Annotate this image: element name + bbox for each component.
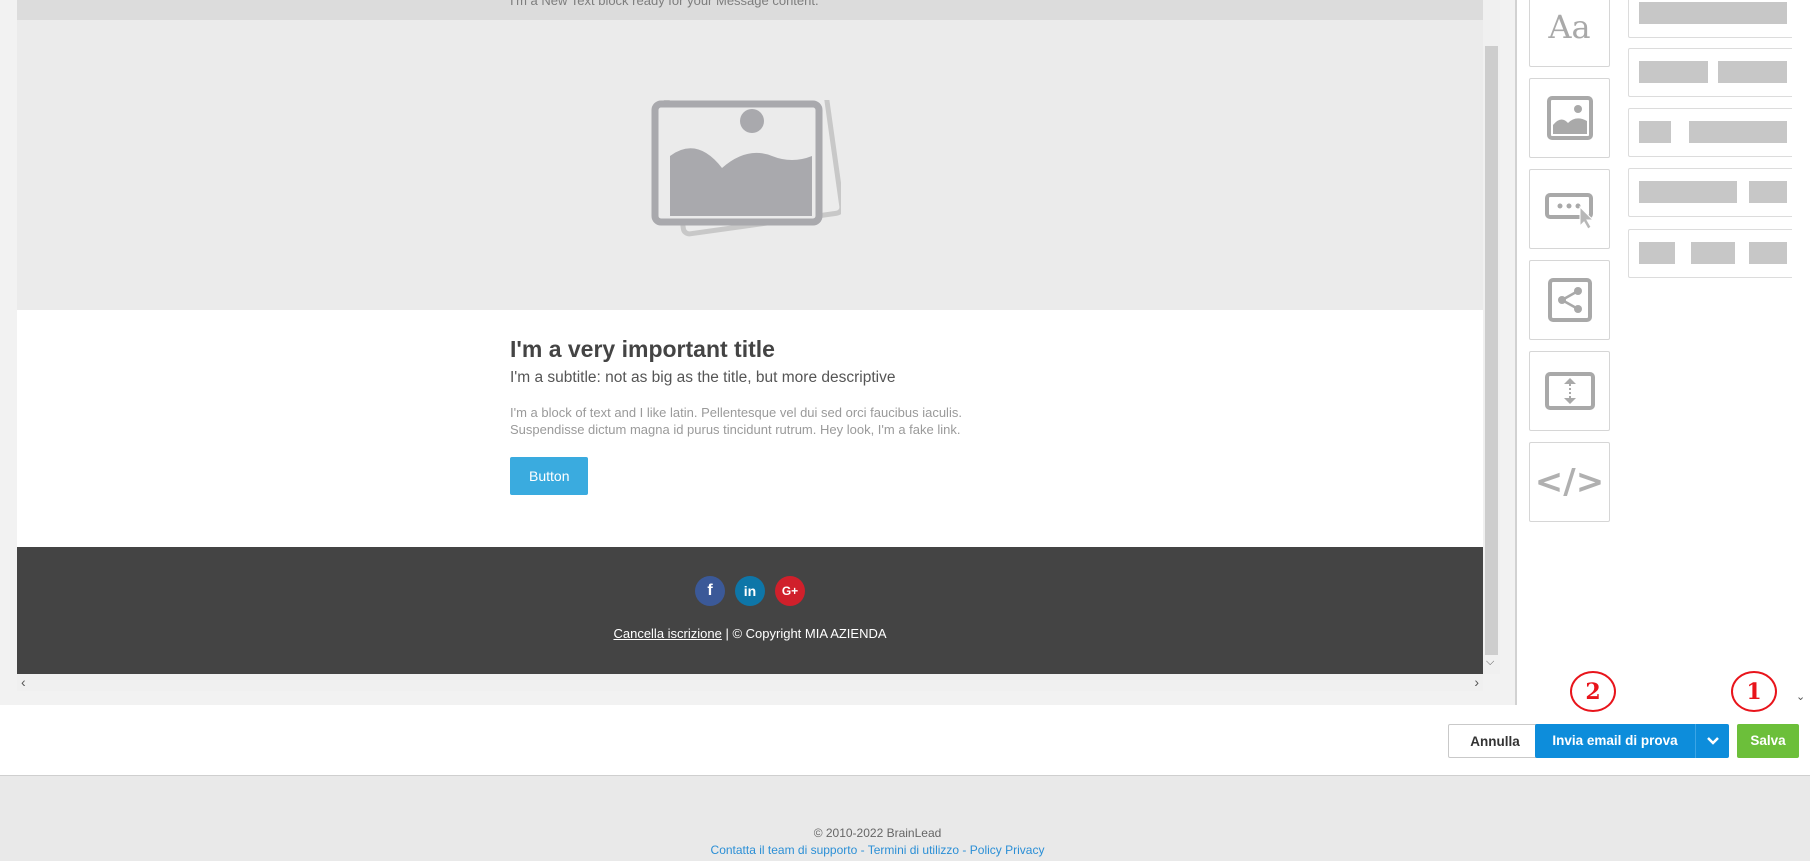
spacer-icon bbox=[1544, 372, 1595, 410]
sidebar-scroll-down-icon[interactable]: ⌄ bbox=[1796, 690, 1805, 703]
footer-separator: - bbox=[857, 843, 868, 857]
share-icon bbox=[1547, 278, 1592, 322]
layout-narrow-wide[interactable] bbox=[1628, 108, 1798, 157]
scroll-right-icon[interactable]: › bbox=[1474, 674, 1479, 690]
facebook-icon[interactable]: f bbox=[695, 576, 725, 606]
send-test-dropdown-button[interactable] bbox=[1696, 724, 1729, 758]
email-cta-button[interactable]: Button bbox=[510, 457, 589, 495]
image-block[interactable] bbox=[17, 20, 1483, 310]
page-footer: © 2010-2022 BrainLead Contatta il team d… bbox=[0, 826, 1755, 857]
text-block-content: I'm a New Text block ready for your Mess… bbox=[510, 0, 819, 8]
terms-link[interactable]: Termini di utilizzo bbox=[868, 843, 959, 857]
layout-one-column[interactable] bbox=[1628, 0, 1798, 38]
html-tool[interactable]: </> bbox=[1529, 442, 1610, 522]
text-block[interactable]: I'm a New Text block ready for your Mess… bbox=[17, 0, 1483, 20]
support-link[interactable]: Contatta il team di supporto bbox=[711, 843, 858, 857]
button-cursor-icon bbox=[1544, 193, 1594, 229]
privacy-link[interactable]: Policy Privacy bbox=[970, 843, 1045, 857]
email-footer: f in G+ Cancella iscrizione | © Copyrigh… bbox=[17, 547, 1483, 674]
image-icon bbox=[1546, 96, 1593, 140]
layout-three-columns[interactable] bbox=[1628, 229, 1798, 278]
google-plus-icon[interactable]: G+ bbox=[775, 576, 805, 606]
email-paragraph: I'm a block of text and I like latin. Pe… bbox=[510, 405, 962, 437]
footer-copyright: © 2010-2022 BrainLead bbox=[813, 826, 942, 840]
text-icon: Aa bbox=[1548, 8, 1591, 46]
email-subtitle: I'm a subtitle: not as big as the title,… bbox=[510, 369, 896, 386]
annotation-marker-2: 2 bbox=[1570, 671, 1616, 712]
footer-text: Cancella iscrizione | © Copyright MIA AZ… bbox=[17, 626, 1483, 641]
spacer-tool[interactable] bbox=[1529, 351, 1610, 431]
scroll-down-icon[interactable]: ⌵ bbox=[1486, 656, 1494, 669]
text-tool[interactable]: Aa bbox=[1529, 0, 1610, 67]
annotation-marker-1: 1 bbox=[1731, 671, 1777, 712]
image-tool[interactable] bbox=[1529, 78, 1610, 158]
image-placeholder-icon bbox=[651, 100, 841, 237]
text-content-block[interactable]: I'm a very important title I'm a subtitl… bbox=[510, 334, 1010, 495]
unsubscribe-link[interactable]: Cancella iscrizione bbox=[613, 626, 721, 641]
email-canvas: I'm a New Text block ready for your Mess… bbox=[0, 0, 1517, 705]
social-tool[interactable] bbox=[1529, 260, 1610, 340]
scrollbar-thumb[interactable] bbox=[1485, 46, 1498, 655]
layout-two-columns[interactable] bbox=[1628, 48, 1798, 97]
cancel-button[interactable]: Annulla bbox=[1448, 724, 1542, 758]
scroll-left-icon[interactable]: ‹ bbox=[21, 674, 26, 690]
layout-wide-narrow[interactable] bbox=[1628, 168, 1798, 217]
send-test-email-button[interactable]: Invia email di prova bbox=[1535, 724, 1696, 758]
sidebar-scrollbar[interactable]: ⌄ bbox=[1792, 0, 1810, 705]
editor-panel: I'm a New Text block ready for your Mess… bbox=[0, 0, 1810, 776]
chevron-down-icon bbox=[1706, 737, 1719, 745]
save-button[interactable]: Salva bbox=[1737, 724, 1799, 758]
code-icon: </> bbox=[1534, 462, 1605, 502]
horizontal-scrollbar[interactable]: ‹ › bbox=[17, 674, 1483, 691]
social-icons: f in G+ bbox=[695, 576, 805, 606]
copyright-text: | © Copyright MIA AZIENDA bbox=[721, 626, 887, 641]
vertical-scrollbar[interactable]: ⌵ bbox=[1483, 0, 1500, 674]
footer-links: Contatta il team di supporto - Termini d… bbox=[0, 843, 1755, 857]
footer-separator: - bbox=[959, 843, 970, 857]
email-title: I'm a very important title bbox=[510, 336, 775, 362]
button-tool[interactable] bbox=[1529, 169, 1610, 249]
email-preview: I'm a New Text block ready for your Mess… bbox=[17, 0, 1483, 674]
linkedin-icon[interactable]: in bbox=[735, 576, 765, 606]
